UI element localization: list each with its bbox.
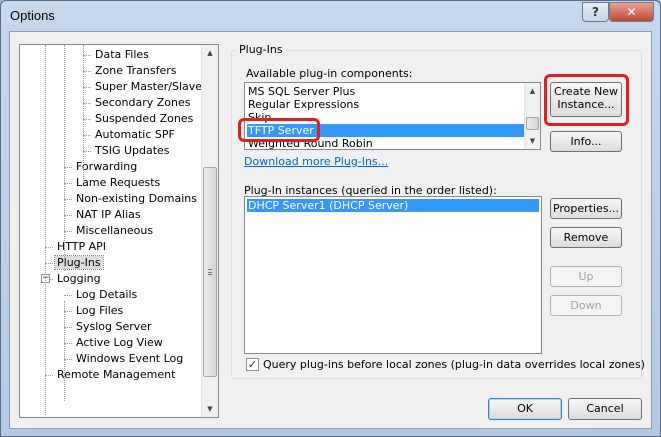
tree-item[interactable]: Windows Event Log	[74, 351, 185, 367]
title-bar[interactable]: Options ? ✕	[1, 1, 660, 31]
tree-connector	[83, 103, 91, 104]
tree-guide-line	[45, 45, 46, 415]
tree-item[interactable]: Log Files	[74, 303, 125, 319]
tree-item-label: Automatic SPF	[95, 128, 175, 141]
tree-connector	[83, 55, 91, 56]
tree-connector	[45, 375, 53, 376]
tree-scrollbar[interactable]: ▲ ▼	[201, 45, 218, 417]
tree-connector	[45, 263, 53, 264]
query-plugins-checkbox[interactable]: ✓	[246, 358, 259, 371]
options-window: Options ? ✕ Data Files Zone Transfers Supe…	[0, 0, 661, 437]
tree-guide-line	[64, 301, 65, 401]
tree-item[interactable]: TSIG Updates	[93, 143, 172, 159]
tree-item-label: Non-existing Domains	[76, 192, 198, 205]
tree-connector	[83, 119, 91, 120]
tree-item[interactable]: Zone Transfers	[93, 63, 178, 79]
tree-item-label: HTTP API	[57, 240, 107, 253]
components-scrollbar[interactable]: ▲ ▼	[524, 83, 540, 149]
tree-guide-line	[64, 45, 65, 271]
down-button[interactable]: Down	[550, 295, 622, 316]
tree-connector	[64, 359, 72, 360]
tree-item-label: Suspended Zones	[95, 112, 194, 125]
available-components-label: Available plug-in components:	[246, 67, 413, 80]
tree-item[interactable]: Super Master/Slave	[93, 79, 204, 95]
plugin-instances-list[interactable]: DHCP Server1 (DHCP Server)	[244, 196, 542, 354]
tree-connector	[64, 327, 72, 328]
tree-item-label: Active Log View	[76, 336, 163, 349]
tree-connector	[64, 167, 72, 168]
tree-item-label: Plug-Ins	[54, 255, 104, 270]
tree-item[interactable]: Plug-Ins	[54, 255, 104, 271]
tree-connector	[64, 199, 72, 200]
tree-item[interactable]: NAT IP Alias	[74, 207, 143, 223]
tree-item-label: Remote Management	[57, 368, 176, 381]
cancel-button[interactable]: Cancel	[568, 398, 642, 420]
tree-item-label: Data Files	[95, 48, 149, 61]
tree-connector	[83, 71, 91, 72]
remove-button[interactable]: Remove	[550, 227, 622, 248]
tree-connector	[83, 135, 91, 136]
download-plugins-link[interactable]: Download more Plug-Ins...	[244, 155, 388, 168]
tree-item-label: Zone Transfers	[95, 64, 177, 77]
tree-connector	[64, 295, 72, 296]
tree-connector	[83, 151, 91, 152]
info-button[interactable]: Info...	[550, 131, 622, 152]
components-scroll-thumb[interactable]	[526, 117, 539, 130]
tree-item-label: Syslog Server	[76, 320, 152, 333]
options-tree[interactable]: Data Files Zone Transfers Super Master/Sla…	[19, 44, 219, 418]
tree-connector	[64, 215, 72, 216]
scroll-down-arrow-icon[interactable]: ▼	[202, 401, 218, 417]
create-highlight-box	[544, 74, 629, 126]
tree-item[interactable]: Syslog Server	[74, 319, 154, 335]
plugins-group-label: Plug-Ins	[236, 43, 286, 56]
tree-connector	[83, 87, 91, 88]
tree-connector	[64, 231, 72, 232]
close-button[interactable]: ✕	[609, 2, 654, 22]
tree-item-label: Secondary Zones	[95, 96, 191, 109]
query-plugins-label[interactable]: Query plug-ins before local zones (plug-…	[263, 358, 645, 371]
properties-button[interactable]: Properties...	[550, 198, 622, 219]
tree-item[interactable]: Active Log View	[74, 335, 165, 351]
tftp-highlight-box	[238, 118, 320, 142]
tree-item[interactable]: Suspended Zones	[93, 111, 195, 127]
scroll-up-arrow-icon[interactable]: ▲	[525, 83, 540, 99]
tree-item[interactable]: Secondary Zones	[93, 95, 193, 111]
tree-item[interactable]: Remote Management	[55, 367, 177, 383]
window-title: Options	[10, 8, 55, 23]
tree-item[interactable]: Non-existing Domains	[74, 191, 199, 207]
help-button[interactable]: ?	[582, 2, 609, 22]
tree-connector	[64, 311, 72, 312]
tree-item[interactable]: Automatic SPF	[93, 127, 177, 143]
scroll-down-arrow-icon[interactable]: ▼	[525, 133, 540, 149]
tree-scroll-thumb[interactable]	[203, 167, 217, 377]
tree-item-label: Lame Requests	[76, 176, 161, 189]
tree-item[interactable]: Log Details	[74, 287, 139, 303]
tree-connector	[45, 247, 53, 248]
tree-item-label: Super Master/Slave	[95, 80, 203, 93]
tree-item[interactable]: Logging	[55, 271, 103, 287]
dialog-client-area: Data Files Zone Transfers Super Master/Sla…	[9, 31, 652, 429]
tree-item[interactable]: Lame Requests	[74, 175, 162, 191]
checkmark-icon: ✓	[247, 358, 258, 371]
component-list-item[interactable]: MS SQL Server Plus	[247, 85, 517, 98]
tree-connector	[64, 343, 72, 344]
ok-button[interactable]: OK	[488, 398, 562, 420]
scroll-up-arrow-icon[interactable]: ▲	[202, 45, 218, 61]
tree-item-label: Log Details	[76, 288, 138, 301]
tree-item-label: NAT IP Alias	[76, 208, 141, 221]
tree-item-label: Log Files	[76, 304, 124, 317]
instance-list-item[interactable]: DHCP Server1 (DHCP Server)	[247, 199, 539, 212]
tree-item-label: Logging	[57, 272, 101, 285]
tree-item[interactable]: Data Files	[93, 47, 151, 63]
tree-item-label: Miscellaneous	[76, 224, 154, 237]
up-button[interactable]: Up	[550, 266, 622, 287]
component-list-item[interactable]: Regular Expressions	[247, 98, 517, 111]
tree-item[interactable]: Miscellaneous	[74, 223, 155, 239]
tree-item[interactable]: HTTP API	[55, 239, 108, 255]
tree-item-label: Windows Event Log	[76, 352, 184, 365]
tree-connector	[64, 183, 72, 184]
tree-item-label: TSIG Updates	[95, 144, 170, 157]
tree-guide-line	[83, 45, 84, 183]
